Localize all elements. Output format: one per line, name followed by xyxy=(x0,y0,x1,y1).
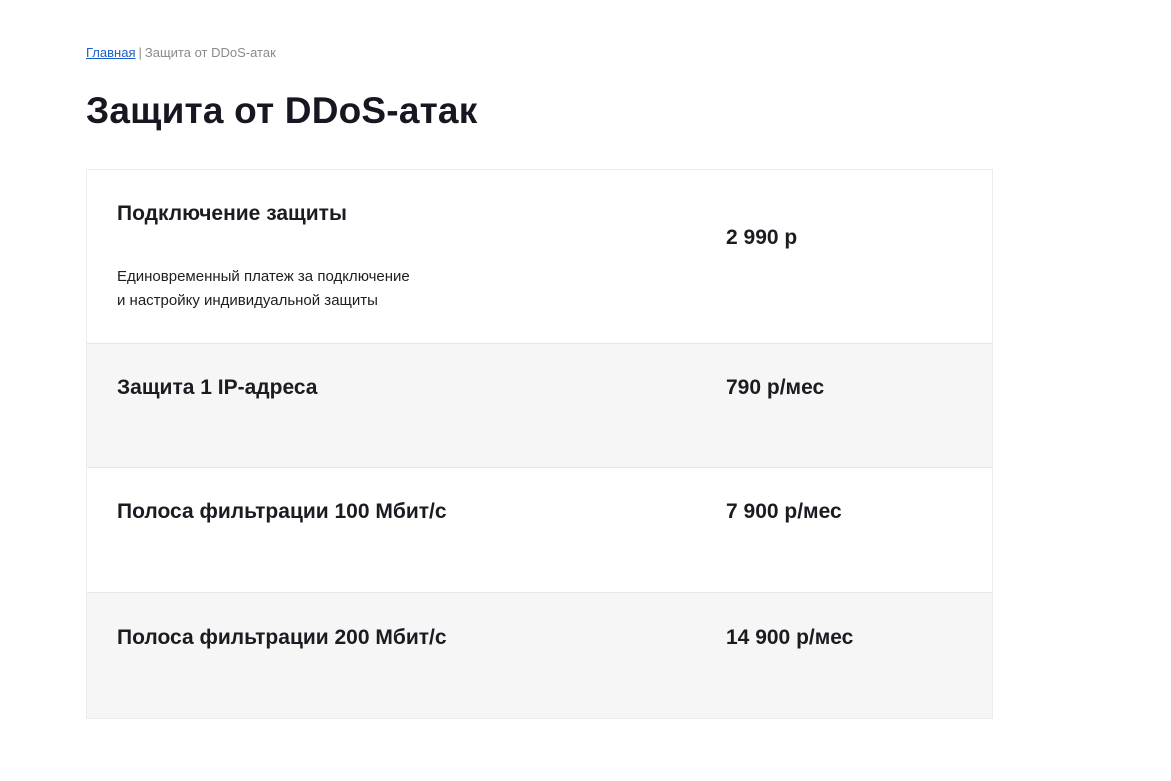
service-description-line: Единовременный платеж за подключение xyxy=(117,268,410,285)
price-row-bandwidth-100: Полоса фильтрации 100 Мбит/с 7 900 р/мес xyxy=(87,468,992,593)
breadcrumb-current: Защита от DDoS-атак xyxy=(144,45,276,60)
service-description-line: и настройку индивидуальной защиты xyxy=(117,292,378,309)
service-title: Полоса фильтрации 200 Мбит/с xyxy=(117,626,447,649)
service-title: Защита 1 IP-адреса xyxy=(117,376,318,399)
service-description: Единовременный платеж за подключение и н… xyxy=(117,265,477,313)
price-row-connection: Подключение защиты Единовременный платеж… xyxy=(87,170,992,344)
price-row-ip-protection: Защита 1 IP-адреса 790 р/мес xyxy=(87,344,992,468)
service-title: Полоса фильтрации 100 Мбит/с xyxy=(117,500,447,523)
page-title: Защита от DDoS-атак xyxy=(86,90,478,131)
breadcrumb-separator: | xyxy=(138,45,142,60)
breadcrumb-home-link[interactable]: Главная xyxy=(86,45,135,60)
breadcrumb: Главная | Защита от DDoS-атак xyxy=(86,45,276,61)
service-price: 14 900 р/мес xyxy=(726,626,854,649)
service-price: 790 р/мес xyxy=(726,376,825,399)
service-price: 2 990 р xyxy=(726,226,798,249)
price-table: Подключение защиты Единовременный платеж… xyxy=(86,169,993,719)
service-price: 7 900 р/мес xyxy=(726,500,842,523)
price-row-bandwidth-200: Полоса фильтрации 200 Мбит/с 14 900 р/ме… xyxy=(87,593,992,718)
service-title: Подключение защиты xyxy=(117,202,347,225)
